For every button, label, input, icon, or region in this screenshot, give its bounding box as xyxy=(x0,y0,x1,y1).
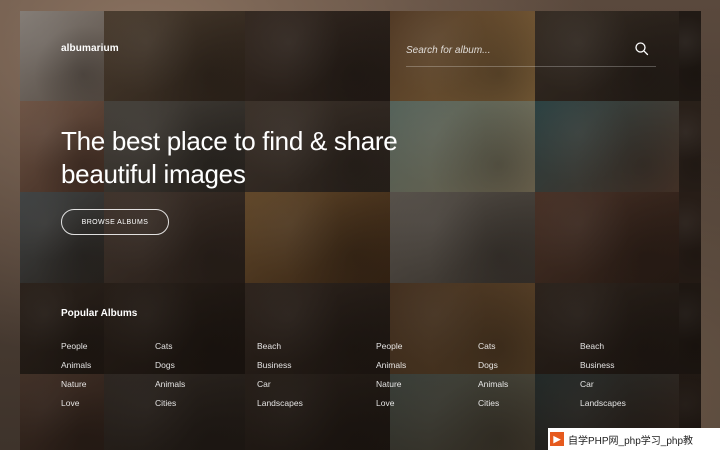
site-watermark: ▶ 自学PHP网_php学习_php教 xyxy=(548,428,720,450)
album-link-dogs[interactable]: Dogs xyxy=(155,359,185,378)
search-icon[interactable] xyxy=(634,41,650,57)
site-logo[interactable]: albumarium xyxy=(61,43,119,54)
album-link-business[interactable]: Business xyxy=(257,359,303,378)
search-input[interactable] xyxy=(406,41,626,59)
album-link-dogs[interactable]: Dogs xyxy=(478,359,508,378)
album-link-cats[interactable]: Cats xyxy=(155,340,185,359)
album-link-love[interactable]: Love xyxy=(61,397,91,416)
watermark-logo-icon: ▶ xyxy=(550,432,564,446)
album-link-animals[interactable]: Animals xyxy=(155,378,185,397)
watermark-text: 自学PHP网_php学习_php教 xyxy=(568,435,694,447)
browse-albums-button[interactable]: BROWSE ALBUMS xyxy=(61,209,169,235)
album-column: People Animals Nature Love xyxy=(376,340,406,416)
album-column: Beach Business Car Landscapes xyxy=(580,340,626,416)
album-link-cities[interactable]: Cities xyxy=(155,397,185,416)
popular-albums-list: People Animals Nature Love Cats Dogs Ani… xyxy=(61,340,681,430)
album-link-love[interactable]: Love xyxy=(376,397,406,416)
search-bar xyxy=(406,36,656,67)
album-column: Cats Dogs Animals Cities xyxy=(478,340,508,416)
album-column: People Animals Nature Love xyxy=(61,340,91,416)
album-link-landscapes[interactable]: Landscapes xyxy=(257,397,303,416)
album-link-cats[interactable]: Cats xyxy=(478,340,508,359)
album-link-beach[interactable]: Beach xyxy=(580,340,626,359)
album-link-animals[interactable]: Animals xyxy=(478,378,508,397)
page-frame: albumarium The best place to find & shar… xyxy=(20,11,701,450)
album-link-landscapes[interactable]: Landscapes xyxy=(580,397,626,416)
album-link-nature[interactable]: Nature xyxy=(376,378,406,397)
album-link-business[interactable]: Business xyxy=(580,359,626,378)
album-link-cities[interactable]: Cities xyxy=(478,397,508,416)
album-link-nature[interactable]: Nature xyxy=(61,378,91,397)
album-link-animals[interactable]: Animals xyxy=(376,359,406,378)
hero-title: The best place to find & share beautiful… xyxy=(61,125,441,191)
album-column: Cats Dogs Animals Cities xyxy=(155,340,185,416)
popular-albums-heading: Popular Albums xyxy=(61,308,138,319)
hero-title-line-2: beautiful images xyxy=(61,159,246,189)
album-link-car[interactable]: Car xyxy=(257,378,303,397)
album-link-people[interactable]: People xyxy=(61,340,91,359)
album-link-animals[interactable]: Animals xyxy=(61,359,91,378)
album-link-beach[interactable]: Beach xyxy=(257,340,303,359)
album-link-people[interactable]: People xyxy=(376,340,406,359)
album-link-car[interactable]: Car xyxy=(580,378,626,397)
hero-title-line-1: The best place to find & share xyxy=(61,126,398,156)
album-column: Beach Business Car Landscapes xyxy=(257,340,303,416)
